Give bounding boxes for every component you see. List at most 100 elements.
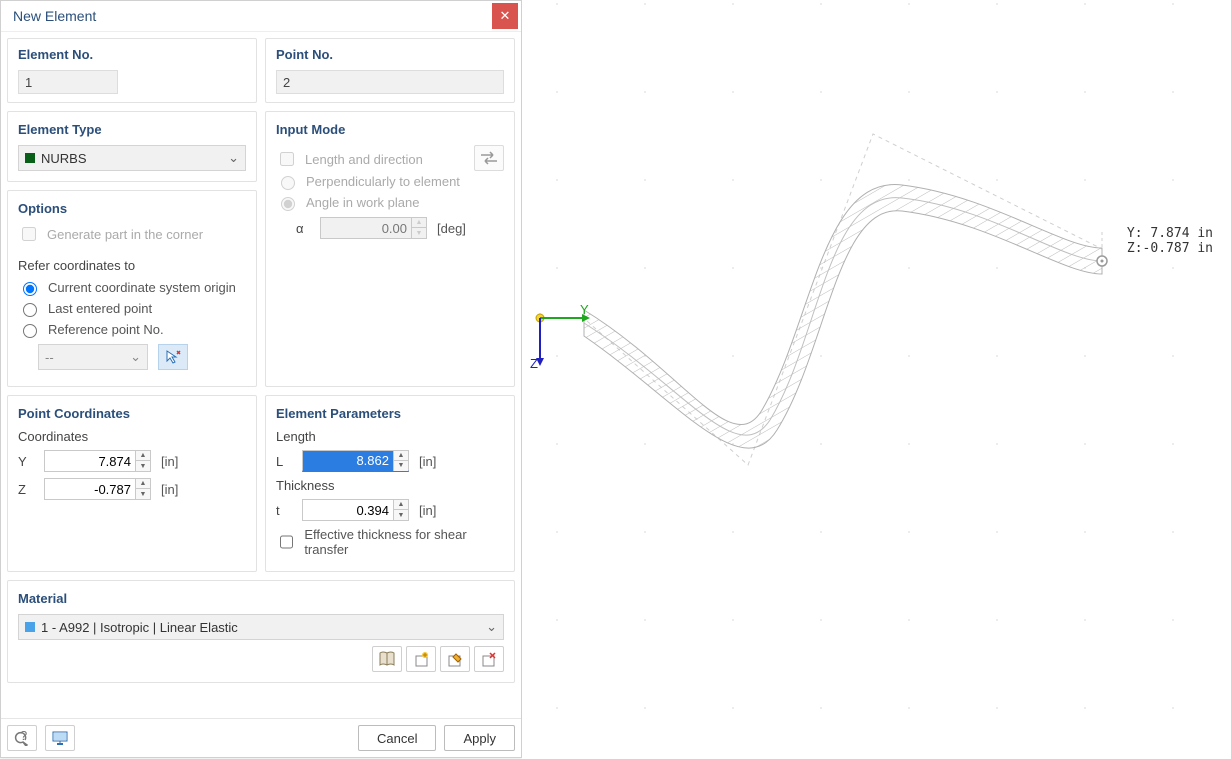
point-no-label: Point No. [276, 47, 504, 62]
svg-text:?: ? [20, 730, 27, 743]
up-arrow-icon[interactable]: ▲ [394, 451, 408, 461]
z-label: Z [18, 482, 34, 497]
down-arrow-icon[interactable]: ▼ [394, 510, 408, 520]
material-value: 1 - A992 | Isotropic | Linear Elastic [41, 620, 238, 635]
y-input[interactable] [45, 451, 135, 471]
chevron-down-icon: ⌄ [486, 619, 497, 635]
z-spinner[interactable]: ▲▼ [44, 478, 151, 500]
effective-thickness-checkbox[interactable]: Effective thickness for shear transfer [276, 527, 504, 557]
refer-ref-point-radio[interactable]: Reference point No. [18, 321, 246, 338]
pick-point-button[interactable] [158, 344, 188, 370]
close-button[interactable]: ✕ [492, 3, 518, 29]
refer-last-point-radio[interactable]: Last entered point [18, 300, 246, 317]
element-no-box: Element No. [7, 38, 257, 103]
element-type-label: Element Type [18, 122, 246, 137]
elem-params-label: Element Parameters [276, 406, 504, 421]
l-label: L [276, 454, 292, 469]
t-unit: [in] [419, 503, 436, 518]
close-icon: ✕ [500, 8, 511, 24]
element-no-label: Element No. [18, 47, 246, 62]
model-canvas[interactable]: Y Z Y: 7.874 in Z:-0.787 in [522, 0, 1231, 759]
swap-direction-button[interactable] [474, 145, 504, 171]
dialog-footer: ? Cancel Apply [1, 718, 521, 757]
z-input[interactable] [45, 479, 135, 499]
length-direction-checkbox[interactable]: Length and direction [276, 149, 474, 169]
y-label: Y [18, 454, 34, 469]
down-arrow-icon[interactable]: ▼ [412, 228, 426, 238]
length-direction-input[interactable] [280, 152, 294, 166]
angle-plane-input[interactable] [281, 197, 295, 211]
l-unit: [in] [419, 454, 436, 469]
monitor-icon [51, 731, 69, 745]
material-swatch [25, 622, 35, 632]
options-box: Options Generate part in the corner Refe… [7, 190, 257, 387]
perpendicular-radio[interactable]: Perpendicularly to element [276, 173, 474, 190]
thickness-sub-label: Thickness [276, 478, 504, 493]
l-spinner[interactable]: ▲▼ [302, 450, 409, 472]
point-coordinates-box: Point Coordinates Coordinates Y ▲▼ [in] … [7, 395, 257, 572]
t-label: t [276, 503, 292, 518]
element-no-input[interactable] [18, 70, 118, 94]
down-arrow-icon[interactable]: ▼ [394, 461, 408, 471]
help-button[interactable]: ? [7, 725, 37, 751]
angle-plane-radio[interactable]: Angle in work plane [276, 194, 474, 211]
material-select[interactable]: 1 - A992 | Isotropic | Linear Elastic ⌄ [18, 614, 504, 640]
up-arrow-icon[interactable]: ▲ [412, 218, 426, 228]
perpendicular-input[interactable] [281, 176, 295, 190]
length-sub-label: Length [276, 429, 504, 444]
cursor-pick-icon [165, 349, 181, 365]
element-type-swatch [25, 153, 35, 163]
dialog-title: New Element [13, 8, 489, 24]
up-arrow-icon[interactable]: ▲ [394, 500, 408, 510]
up-arrow-icon[interactable]: ▲ [136, 451, 150, 461]
cancel-button[interactable]: Cancel [358, 725, 436, 751]
nurbs-element-preview [522, 0, 1231, 759]
ref-point-select[interactable]: -- ⌄ [38, 344, 148, 370]
edit-icon [447, 651, 463, 667]
axes-gizmo: Y Z [526, 304, 596, 374]
t-spinner[interactable]: ▲▼ [302, 499, 409, 521]
alpha-input[interactable] [321, 218, 411, 238]
element-type-value: NURBS [41, 151, 87, 166]
chevron-down-icon: ⌄ [130, 349, 141, 365]
material-edit-button[interactable] [440, 646, 470, 672]
down-arrow-icon[interactable]: ▼ [136, 461, 150, 471]
apply-button[interactable]: Apply [444, 725, 515, 751]
view-settings-button[interactable] [45, 725, 75, 751]
t-input[interactable] [303, 500, 393, 520]
refer-ref-point-input[interactable] [23, 324, 37, 338]
element-type-select[interactable]: NURBS ⌄ [18, 145, 246, 171]
y-spinner[interactable]: ▲▼ [44, 450, 151, 472]
refer-origin-radio[interactable]: Current coordinate system origin [18, 279, 246, 296]
alpha-spinner[interactable]: ▲▼ [320, 217, 427, 239]
svg-text:Y: Y [580, 304, 589, 317]
coords-sub-label: Coordinates [18, 429, 246, 444]
help-icon: ? [14, 730, 30, 746]
chevron-down-icon: ⌄ [228, 150, 239, 166]
material-box: Material 1 - A992 | Isotropic | Linear E… [7, 580, 515, 683]
input-mode-box: Input Mode Length and direction Perpendi… [265, 111, 515, 387]
material-label: Material [18, 591, 504, 606]
element-parameters-box: Element Parameters Length L ▲▼ [in] Thic… [265, 395, 515, 572]
material-library-button[interactable] [372, 646, 402, 672]
material-new-button[interactable] [406, 646, 436, 672]
refer-origin-input[interactable] [23, 282, 37, 296]
dialog-header: New Element ✕ [1, 1, 521, 32]
generate-corner-checkbox[interactable]: Generate part in the corner [18, 224, 246, 244]
y-unit: [in] [161, 454, 178, 469]
material-delete-button[interactable] [474, 646, 504, 672]
effective-thickness-input[interactable] [280, 535, 293, 549]
svg-text:Z: Z [530, 356, 538, 371]
point-no-box: Point No. [265, 38, 515, 103]
alpha-unit: [deg] [437, 221, 466, 236]
down-arrow-icon[interactable]: ▼ [136, 489, 150, 499]
generate-corner-input[interactable] [22, 227, 36, 241]
up-arrow-icon[interactable]: ▲ [136, 479, 150, 489]
l-input[interactable] [303, 451, 393, 471]
alpha-label: α [296, 221, 310, 236]
refer-last-point-input[interactable] [23, 303, 37, 317]
delete-icon [481, 651, 497, 667]
point-no-input[interactable] [276, 70, 504, 94]
swap-arrows-icon [480, 151, 498, 165]
book-icon [378, 651, 396, 667]
